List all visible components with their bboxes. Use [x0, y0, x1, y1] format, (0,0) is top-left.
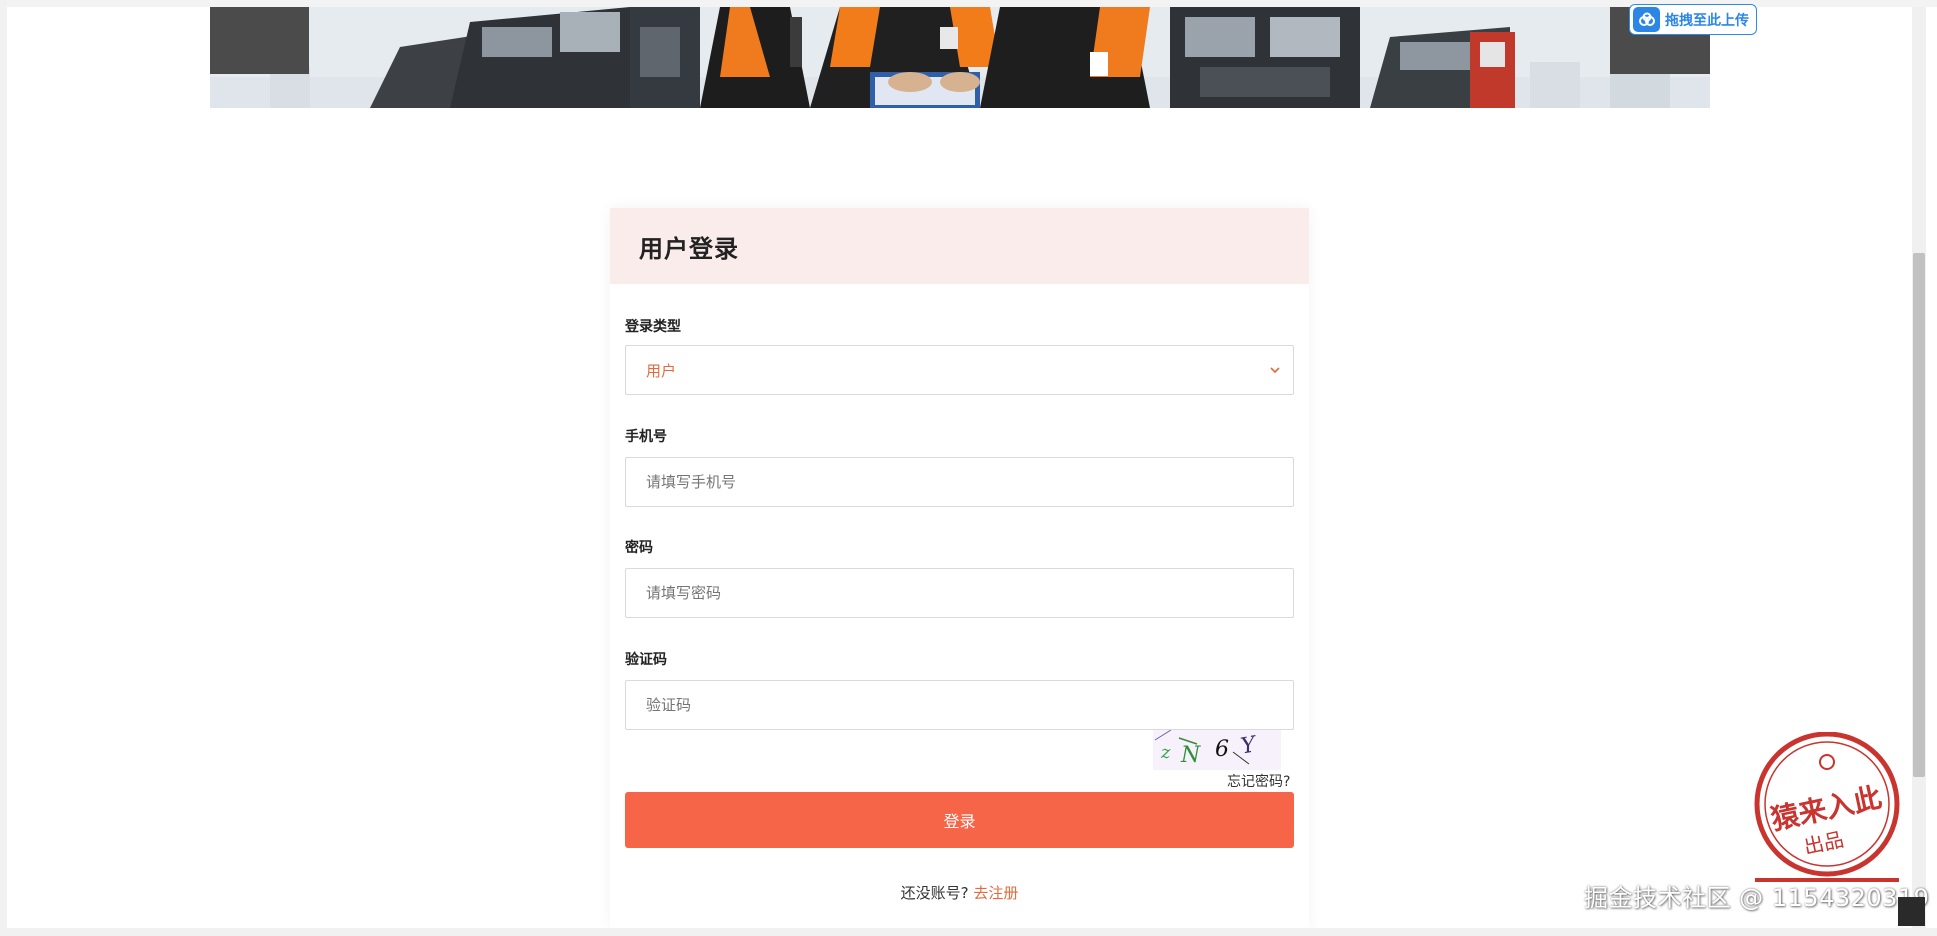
- cloud-upload-icon: [1633, 7, 1660, 32]
- captcha-field[interactable]: [625, 680, 1294, 730]
- stamp-seal: 猿来入此 出品: [1752, 731, 1902, 882]
- phone-field[interactable]: [625, 457, 1294, 507]
- phone-input[interactable]: [646, 473, 1246, 491]
- login-card-header: 用户登录: [610, 208, 1309, 284]
- drag-upload-label: 拖拽至此上传: [1665, 12, 1749, 29]
- svg-text:Y: Y: [1239, 732, 1260, 760]
- password-input[interactable]: [646, 584, 1246, 602]
- banner-illustration: [210, 7, 1710, 108]
- register-prompt: 还没账号?: [900, 884, 969, 902]
- stamp-sub-text: 出品: [1802, 827, 1846, 859]
- password-field[interactable]: [625, 568, 1294, 618]
- login-submit-button[interactable]: 登录: [625, 792, 1294, 848]
- phone-label: 手机号: [625, 429, 667, 445]
- login-title: 用户登录: [639, 234, 739, 263]
- register-link[interactable]: 去注册: [973, 884, 1018, 902]
- scrollbar-thumb[interactable]: [1913, 253, 1925, 777]
- drag-upload-button[interactable]: 拖拽至此上传: [1629, 4, 1757, 35]
- window-frame-left: [0, 0, 7, 936]
- captcha-image[interactable]: z N 6 Y: [1153, 729, 1281, 770]
- stamp-main-text: 猿来入此: [1767, 781, 1884, 837]
- svg-text:6: 6: [1215, 737, 1229, 762]
- login-type-label: 登录类型: [625, 319, 681, 335]
- password-label: 密码: [625, 540, 653, 556]
- captcha-glyphs: z N 6 Y: [1154, 729, 1260, 768]
- captcha-input[interactable]: [646, 696, 1246, 714]
- watermark: 掘金技术社区 @ 1154320319: [1584, 884, 1930, 912]
- login-type-select[interactable]: 用户: [625, 345, 1294, 395]
- window-frame-bottom: [0, 928, 1937, 936]
- page: 拖拽至此上传 用户登录 登录类型 用户 手机号 密码 验证码: [0, 0, 1937, 936]
- svg-text:z: z: [1160, 742, 1171, 763]
- corner-resize-handle[interactable]: [1898, 897, 1925, 926]
- chevron-down-icon: [1270, 367, 1280, 374]
- register-prompt-row: 还没账号? 去注册: [610, 882, 1309, 903]
- hero-banner: [210, 7, 1710, 108]
- captcha-label: 验证码: [625, 652, 667, 668]
- svg-text:N: N: [1180, 743, 1201, 768]
- login-type-value: 用户: [646, 361, 677, 380]
- banner-left-tile: [210, 7, 309, 74]
- stamp-graphic: 猿来入此 出品: [1754, 731, 1900, 882]
- login-card: 用户登录 登录类型 用户 手机号 密码 验证码 z N: [610, 208, 1309, 928]
- forgot-password-link[interactable]: 忘记密码?: [1227, 771, 1290, 791]
